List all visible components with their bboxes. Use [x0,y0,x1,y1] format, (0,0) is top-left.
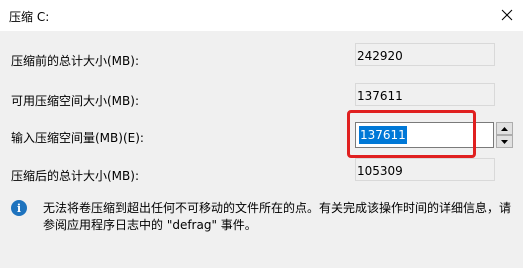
chevron-up-icon [501,126,508,131]
info-text: 无法将卷压缩到超出任何不可移动的文件所在的点。有关完成该操作时间的详细信息，请参… [43,201,512,232]
chevron-down-icon [501,139,508,144]
total-after-value: 105309 [357,164,403,178]
total-before-label: 压缩前的总计大小(MB): [11,54,139,68]
title-bar: 压缩 C: [0,0,523,31]
close-button[interactable] [495,3,519,27]
input-label: 输入压缩空间量(MB)(E): [11,131,144,145]
info-icon: i [11,200,27,216]
total-after-label: 压缩后的总计大小(MB): [11,169,139,183]
window-title: 压缩 C: [9,10,50,24]
available-value: 137611 [357,89,403,103]
spin-down-button[interactable] [496,135,513,148]
total-before-value: 242920 [357,49,403,63]
available-label: 可用压缩空间大小(MB): [11,94,139,108]
footer-area [0,240,523,268]
close-icon [501,9,513,21]
spin-up-button[interactable] [496,122,513,135]
red-highlight-box [347,110,476,158]
